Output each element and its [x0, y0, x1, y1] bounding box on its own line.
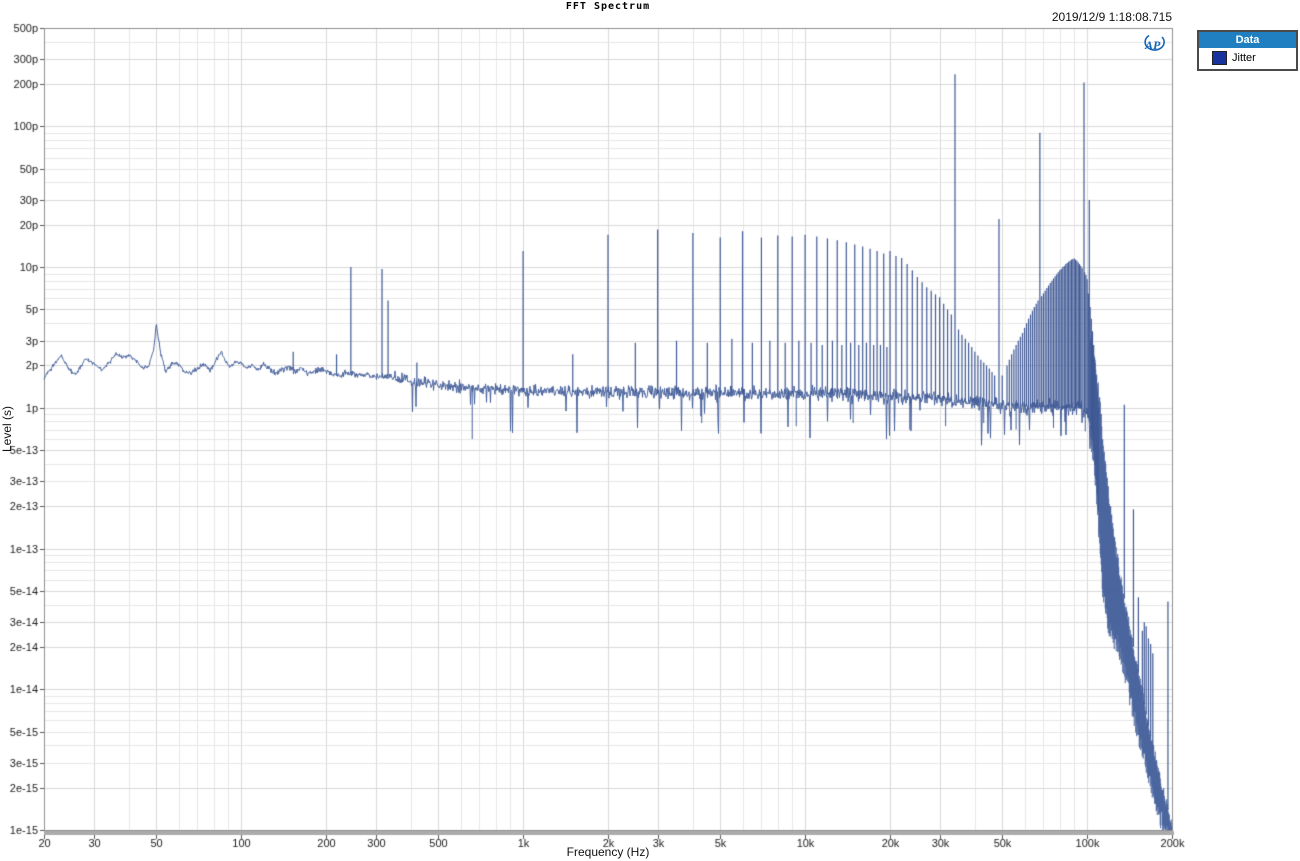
legend-header: Data [1199, 32, 1296, 48]
ap-logo-icon: AP [1139, 33, 1169, 57]
timestamp: 2019/12/9 1:18:08.715 [1052, 10, 1172, 24]
legend-item-jitter[interactable]: Jitter [1199, 48, 1296, 69]
fft-spectrum-window: FFT Spectrum 2019/12/9 1:18:08.715 AP Fr… [0, 0, 1300, 861]
legend-panel: Data Jitter [1197, 30, 1298, 71]
x-axis-label: Frequency (Hz) [44, 845, 1172, 859]
y-axis-label: Level (s) [0, 406, 14, 452]
spectrum-plot[interactable] [0, 0, 1300, 861]
legend-swatch [1212, 51, 1227, 65]
page-title: FFT Spectrum [44, 1, 1172, 12]
legend-item-label: Jitter [1232, 52, 1256, 64]
svg-text:AP: AP [1144, 38, 1161, 52]
